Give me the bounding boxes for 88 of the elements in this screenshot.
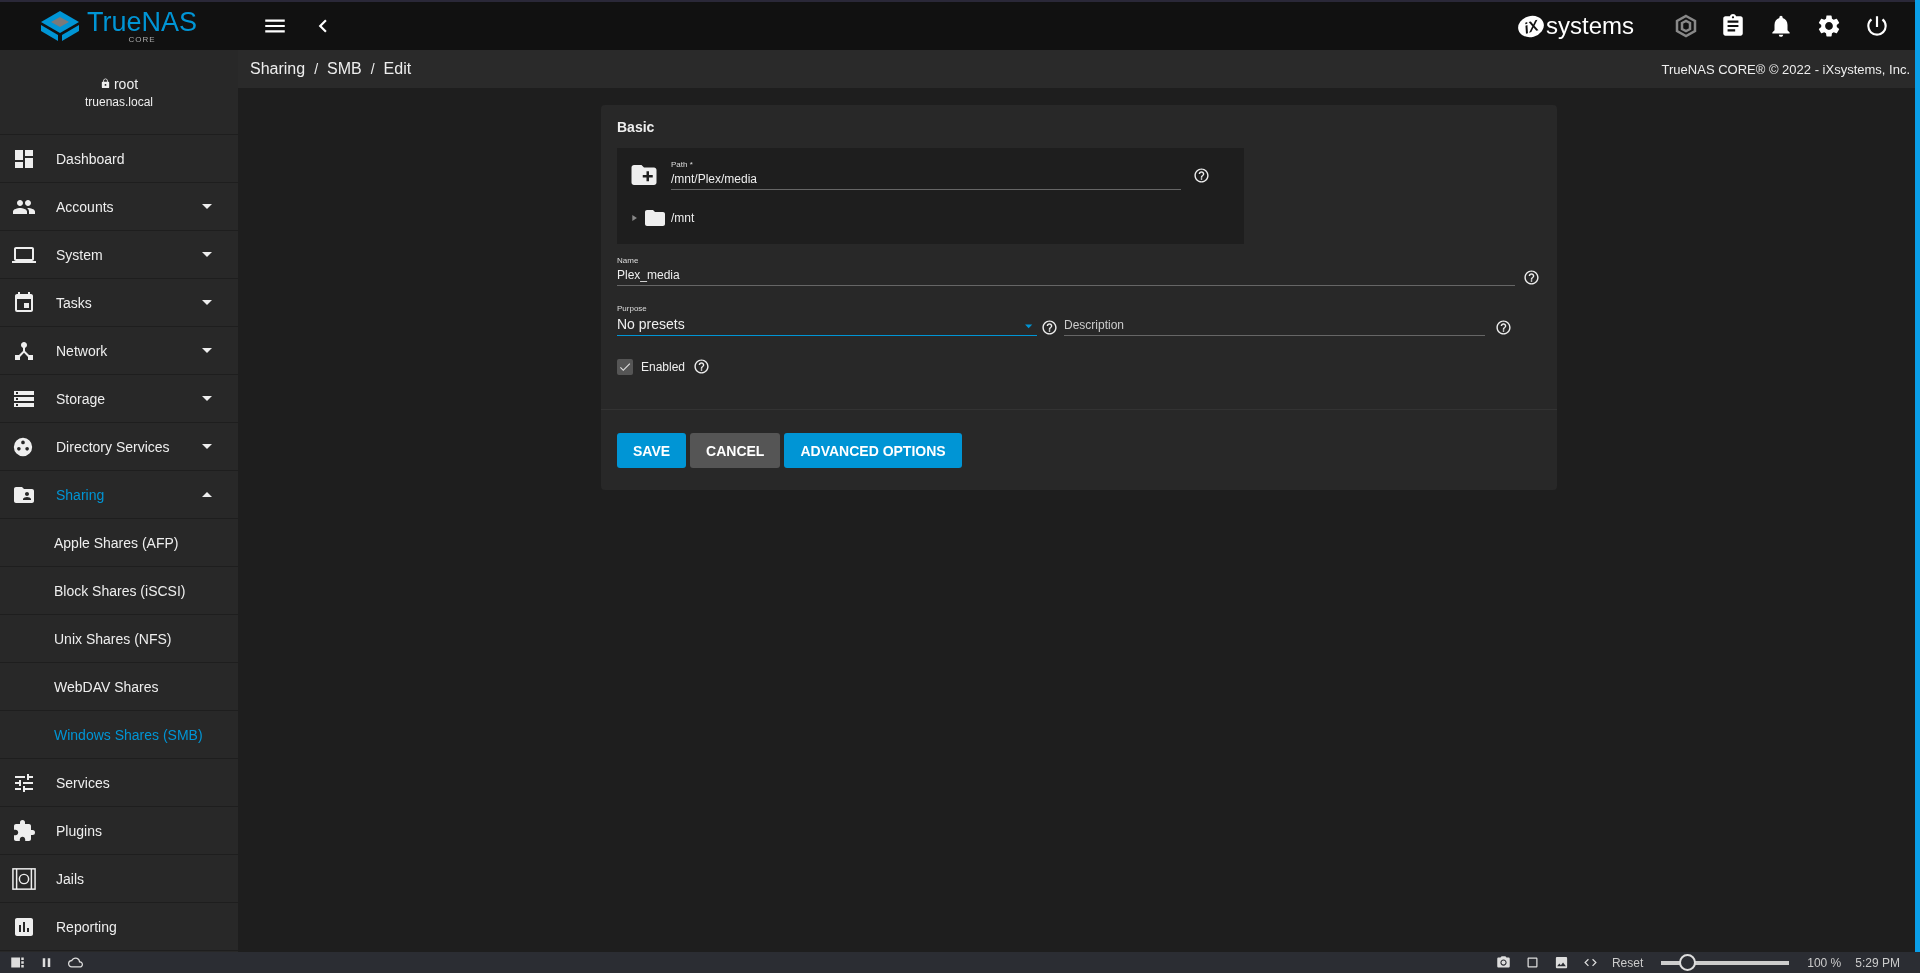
caret-down-icon <box>202 204 212 209</box>
menu-item-icon <box>12 290 36 315</box>
cube-icon[interactable] <box>1674 14 1698 38</box>
breadcrumb-item[interactable]: Sharing <box>250 60 306 78</box>
cloud-icon[interactable] <box>68 955 83 970</box>
field-label: Path * <box>671 160 694 169</box>
sidebar-item[interactable]: Plugins <box>0 807 238 855</box>
reset-link[interactable]: Reset <box>1611 955 1644 970</box>
sidebar-item[interactable]: Apple Shares (AFP) <box>0 519 238 567</box>
help-icon[interactable] <box>1523 269 1540 286</box>
sidebar-item-label: Tasks <box>56 294 93 311</box>
sidebar-item[interactable]: Services <box>0 759 238 807</box>
sidebar-item[interactable]: Directory Services <box>0 423 238 471</box>
logo-icon <box>41 11 79 41</box>
section-title: Basic <box>617 119 656 135</box>
description-input[interactable]: Description <box>1064 318 1485 335</box>
sidebar-item[interactable]: Reporting <box>0 903 238 951</box>
circle-dots-icon <box>12 435 34 458</box>
sidebar-item-label: Network <box>56 342 109 359</box>
path-input[interactable]: /mnt/Plex/media <box>671 172 1181 189</box>
menu-item-icon <box>12 818 36 843</box>
sidebar-item-label: Dashboard <box>56 150 126 167</box>
secondary-button[interactable]: CANCEL <box>690 433 781 468</box>
jail-icon <box>12 866 36 891</box>
logo-edition: CORE <box>128 34 156 44</box>
slider-thumb[interactable] <box>1678 954 1696 971</box>
sidebar-item-label: WebDAV Shares <box>54 678 160 695</box>
sidebar-item-label: Accounts <box>56 198 115 215</box>
sidebar-item-label: Storage <box>56 390 107 407</box>
field-label: Purpose <box>617 304 648 313</box>
settings-icon[interactable] <box>1816 13 1842 39</box>
host-name: truenas.local <box>84 94 153 109</box>
help-icon[interactable] <box>1193 166 1210 184</box>
sidebar-item[interactable]: Sharing <box>0 471 238 519</box>
breadcrumb-item[interactable]: SMB <box>327 60 362 78</box>
caret-down-icon <box>202 396 212 401</box>
user-name: root <box>113 75 139 92</box>
caret-down-icon <box>202 252 212 257</box>
field-label: Name <box>617 256 640 265</box>
sidebar-item-label: Jails <box>56 870 85 887</box>
sidebar-item[interactable]: Storage <box>0 375 238 423</box>
help-icon[interactable] <box>1495 319 1512 336</box>
sidebar-item-label: Reporting <box>56 918 118 935</box>
sidebar-item[interactable]: Tasks <box>0 279 238 327</box>
breadcrumb-item: Edit <box>383 60 412 78</box>
help-icon[interactable] <box>693 358 711 375</box>
sidebar-item[interactable]: Unix Shares (NFS) <box>0 615 238 663</box>
sidebar-item[interactable]: Jails <box>0 855 238 903</box>
breadcrumb-separator: / <box>314 61 319 77</box>
zoom-reading: 100 % <box>1807 955 1842 970</box>
sidebar-item[interactable]: Accounts <box>0 183 238 231</box>
image-icon[interactable] <box>1553 955 1569 970</box>
name-input[interactable]: Plex_media <box>617 268 1515 285</box>
sidebar-item[interactable]: Windows Shares (SMB) <box>0 711 238 759</box>
sidebar-item[interactable]: Network <box>0 327 238 375</box>
camera-icon[interactable] <box>1495 955 1511 970</box>
sidebar-item-label: Windows Shares (SMB) <box>54 726 204 743</box>
lock-icon <box>99 78 111 89</box>
sidebar-item-label: Unix Shares (NFS) <box>54 630 173 647</box>
sidebar-item-label: Plugins <box>56 822 103 839</box>
copyright-text: TrueNAS CORE® © 2022 - iXsystems, Inc. <box>1661 61 1910 77</box>
sidebar-item[interactable]: System <box>0 231 238 279</box>
sidebar-item[interactable]: Block Shares (iSCSI) <box>0 567 238 615</box>
breadcrumb-separator: / <box>370 61 375 77</box>
sidebar-item-label: Directory Services <box>56 438 171 455</box>
caret-down-icon <box>202 300 212 305</box>
clipboard-icon[interactable] <box>1720 13 1746 39</box>
tree-node[interactable]: /mnt <box>671 211 695 225</box>
sidebar-item-label: System <box>56 246 104 263</box>
sidebar-item-label: Apple Shares (AFP) <box>54 534 180 551</box>
sidebar-toggle-icon[interactable] <box>10 955 25 970</box>
purpose-select[interactable]: No presets <box>617 316 1020 335</box>
caret-down-icon <box>202 444 212 449</box>
brand-name: systems <box>1546 12 1634 40</box>
caret-up-icon <box>202 492 212 497</box>
sidebar-item-label: Sharing <box>56 486 106 503</box>
collapsed-arrow-icon[interactable] <box>629 213 639 223</box>
caret-down-icon <box>202 348 212 353</box>
power-icon[interactable] <box>1864 13 1890 39</box>
sidebar-item[interactable]: WebDAV Shares <box>0 663 238 711</box>
help-icon[interactable] <box>1041 319 1058 336</box>
checkbox[interactable] <box>617 358 633 375</box>
sidebar-item-label: Services <box>56 774 111 791</box>
sidebar-item-label: Block Shares (iSCSI) <box>54 582 187 599</box>
clock: 5:29 PM <box>1855 955 1900 970</box>
sidebar-item[interactable]: Dashboard <box>0 135 238 183</box>
checkbox-label: Enabled <box>641 359 686 374</box>
logo-name: TrueNAS <box>87 8 197 35</box>
